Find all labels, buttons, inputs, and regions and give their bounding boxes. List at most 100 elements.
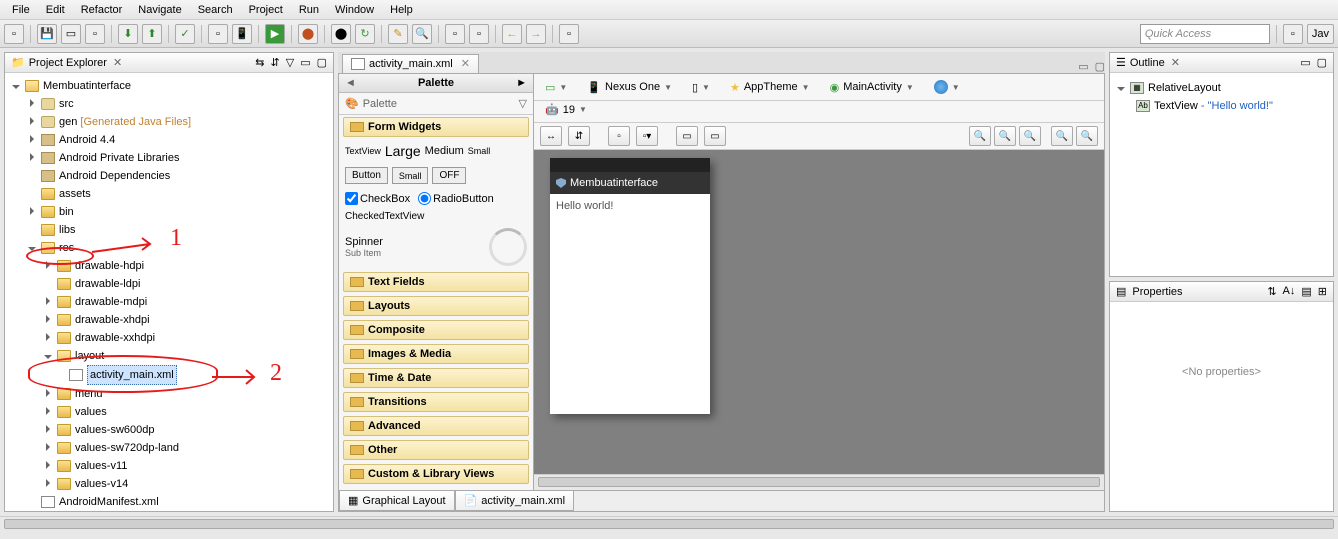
close-icon[interactable]: ✕ (1171, 56, 1180, 69)
quick-access-input[interactable]: Quick Access (1140, 24, 1270, 44)
widget-textview[interactable]: TextView (345, 146, 381, 156)
widget-button[interactable]: Button (345, 167, 388, 184)
design-canvas[interactable]: Membuatinterface Hello world! (534, 150, 1104, 474)
folder-drawable-xhdpi[interactable]: drawable-xhdpi (75, 311, 150, 329)
maximize-icon[interactable]: ▢ (1095, 60, 1105, 73)
file-manifest[interactable]: AndroidManifest.xml (59, 493, 159, 511)
widget-medium[interactable]: Medium (425, 145, 464, 157)
menu-edit[interactable]: Edit (38, 2, 73, 18)
phone-content[interactable]: Hello world! (550, 194, 710, 218)
nav-button[interactable]: ▫ (445, 24, 465, 44)
widget-large[interactable]: Large (385, 143, 421, 159)
zoom-out-button[interactable]: 🔍 (1051, 126, 1073, 146)
link-editor-icon[interactable]: ⇵ (271, 56, 280, 69)
pin-button[interactable]: ▫ (559, 24, 579, 44)
lib-deps[interactable]: Android Dependencies (59, 167, 170, 185)
zoom-in-button[interactable]: 🔍 (1076, 126, 1098, 146)
save-all-button[interactable]: ▭ (61, 24, 81, 44)
collapse-all-icon[interactable]: ⇆ (255, 56, 264, 69)
folder-values-v11[interactable]: values-v11 (75, 457, 127, 475)
forward-button[interactable]: → (526, 24, 546, 44)
outline-tree[interactable]: ▦RelativeLayout AbTextView - "Hello worl… (1110, 73, 1333, 121)
folder-gen[interactable]: gen [Generated Java Files] (59, 113, 191, 131)
outline-tab[interactable]: ☰ Outline ✕ ▭ ▢ (1110, 53, 1333, 73)
minimize-icon[interactable]: ▭ (300, 56, 310, 69)
filter-icon[interactable]: ⇅ (1267, 285, 1276, 298)
menu-file[interactable]: File (4, 2, 38, 18)
folder-drawable-hdpi[interactable]: drawable-hdpi (75, 257, 144, 275)
tab-xml-source[interactable]: 📄activity_main.xml (455, 491, 574, 511)
tab-graphical-layout[interactable]: ▦Graphical Layout (339, 491, 455, 511)
palette-cat-other[interactable]: Other (343, 440, 529, 460)
refresh-button[interactable]: ↻ (355, 24, 375, 44)
lib-android44[interactable]: Android 4.4 (59, 131, 115, 149)
menu-help[interactable]: Help (382, 2, 421, 18)
widget-spinner[interactable]: Spinner (345, 236, 383, 248)
run-button[interactable]: ▶ (265, 24, 285, 44)
palette-cat-custom[interactable]: Custom & Library Views (343, 464, 529, 484)
minimize-icon[interactable]: ▭ (1300, 56, 1310, 69)
outline-relativelayout[interactable]: RelativeLayout (1148, 79, 1221, 97)
palette-cat-images[interactable]: Images & Media (343, 344, 529, 364)
toggle-size2-button[interactable]: ⇵ (568, 126, 590, 146)
palette-fwd-icon[interactable]: ► (516, 77, 527, 89)
activity-selector[interactable]: ◉MainActivity▼ (825, 79, 919, 96)
new-button[interactable]: ▫ (4, 24, 24, 44)
file-activity-main[interactable]: activity_main.xml (87, 365, 177, 385)
state-button[interactable]: ▫ (608, 126, 630, 146)
show-adv-icon[interactable]: ▤ (1301, 285, 1311, 298)
hello-textview[interactable]: Hello world! (556, 200, 613, 212)
outline-textview[interactable]: TextView - "Hello world!" (1154, 97, 1273, 115)
menu-run[interactable]: Run (291, 2, 327, 18)
window-h-scrollbar[interactable] (0, 516, 1338, 532)
config-selector[interactable]: ▭▼ (540, 79, 572, 96)
folder-res[interactable]: res (59, 239, 74, 257)
build2-button[interactable]: ⬆ (142, 24, 162, 44)
folder-menu[interactable]: menu (75, 385, 103, 403)
folder-layout[interactable]: layout (75, 347, 104, 365)
folder-bin[interactable]: bin (59, 203, 74, 221)
properties-tab[interactable]: ▤ Properties ⇅ A↓ ▤ ⊞ (1110, 282, 1333, 302)
nav2-button[interactable]: ▫ (469, 24, 489, 44)
folder-libs[interactable]: libs (59, 221, 76, 239)
clip-button[interactable]: ▭ (676, 126, 698, 146)
folder-values-sw600[interactable]: values-sw600dp (75, 421, 155, 439)
folder-values[interactable]: values (75, 403, 107, 421)
folder-drawable-ldpi[interactable]: drawable-ldpi (75, 275, 140, 293)
maximize-icon[interactable]: ▢ (1317, 56, 1327, 69)
menu-project[interactable]: Project (241, 2, 291, 18)
java-perspective-button[interactable]: Jav (1307, 24, 1334, 44)
menu-refactor[interactable]: Refactor (73, 2, 131, 18)
android-sdk-button[interactable]: ▫ (208, 24, 228, 44)
view-menu-icon[interactable]: ▽ (286, 56, 294, 69)
device-selector[interactable]: 📱Nexus One▼ (582, 79, 677, 96)
menu-search[interactable]: Search (190, 2, 241, 18)
canvas-h-scrollbar[interactable] (534, 474, 1104, 490)
widget-checkbox[interactable]: CheckBox (345, 192, 410, 205)
api-selector[interactable]: 🤖19▼ (540, 101, 592, 118)
sort-icon[interactable]: A↓ (1283, 285, 1296, 298)
expand-icon[interactable]: ⊞ (1318, 285, 1327, 298)
palette-cat-text-fields[interactable]: Text Fields (343, 272, 529, 292)
palette-cat-layouts[interactable]: Layouts (343, 296, 529, 316)
project-explorer-tab[interactable]: 📁 Project Explorer ✕ ⇆ ⇵ ▽ ▭ ▢ (5, 53, 333, 73)
theme-selector[interactable]: ★AppTheme▼ (725, 79, 815, 96)
open-type-button[interactable]: ✎ (388, 24, 408, 44)
zoom-reset-button[interactable]: 🔍 (1019, 126, 1041, 146)
lib-private[interactable]: Android Private Libraries (59, 149, 179, 167)
widget-subitem[interactable]: Sub Item (345, 248, 383, 258)
build-button[interactable]: ⬇ (118, 24, 138, 44)
palette-cat-advanced[interactable]: Advanced (343, 416, 529, 436)
folder-src[interactable]: src (59, 95, 74, 113)
palette-cat-composite[interactable]: Composite (343, 320, 529, 340)
folder-values-sw720[interactable]: values-sw720dp-land (75, 439, 179, 457)
menu-navigate[interactable]: Navigate (130, 2, 189, 18)
debug-button[interactable]: ⬤ (298, 24, 318, 44)
widget-checked-textview[interactable]: CheckedTextView (345, 211, 527, 222)
widget-small-button[interactable]: Small (392, 167, 429, 184)
editor-tab-activity-main[interactable]: activity_main.xml ✕ (342, 54, 479, 73)
toggle-size-button[interactable]: ↔ (540, 126, 562, 146)
close-tab-icon[interactable]: ✕ (461, 57, 470, 70)
project-root[interactable]: Membuatinterface (43, 77, 131, 95)
external-button[interactable]: ⬤ (331, 24, 351, 44)
